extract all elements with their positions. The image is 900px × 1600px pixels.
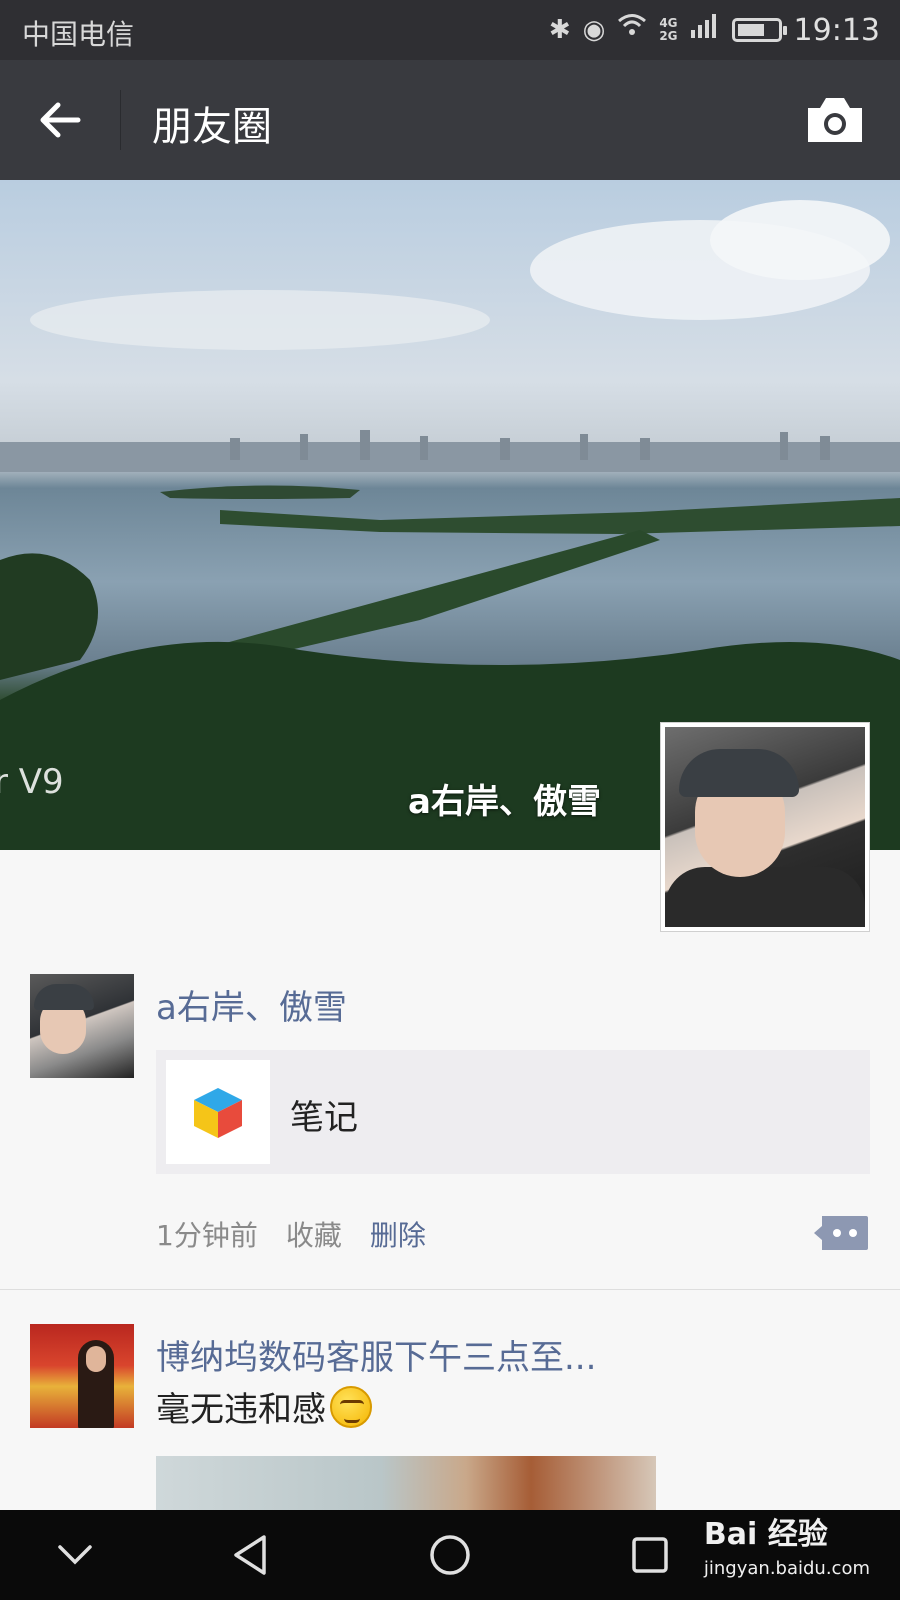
share-thumbnail [166,1060,270,1164]
clock: 19:13 [793,12,880,48]
camera-button[interactable] [804,92,866,148]
share-title: 笔记 [290,1098,358,1138]
avatar[interactable] [30,974,134,1078]
shared-link-card[interactable]: 笔记 [156,1050,870,1174]
moment-post: a右岸、傲雪 笔记 1分钟前 收藏 删除 [0,970,900,1290]
watermark-brand: Bai 经验 [703,1517,828,1552]
triangle-back-icon [234,1535,266,1575]
signal-icon [690,10,720,50]
bluetooth-icon: ✱ [548,15,571,45]
network-type-label: 4G 2G [659,16,678,43]
eye-comfort-icon: ◉ [582,15,606,45]
carrier-label: 中国电信 [22,18,135,51]
home-nav-button[interactable] [415,1510,485,1600]
baidu-jingyan-watermark: Bai 经验 jingyan.baidu.com [704,1518,870,1586]
nav-bar: 朋友圈 [0,60,900,180]
post-author-name[interactable]: a右岸、傲雪 [156,980,347,1029]
post-timestamp: 1分钟前 [156,1219,258,1252]
arrow-left-icon [40,102,81,138]
nav-divider [120,90,121,150]
cover-user-name: a右岸、傲雪 [408,782,601,822]
avatar-image [665,727,865,927]
back-nav-button[interactable] [215,1510,285,1600]
circle-home-icon [430,1535,470,1575]
status-bar: 中国电信 ✱ ◉ 4G 2G 19:13 [0,0,900,60]
profile-avatar[interactable] [660,722,870,932]
system-nav-bar: Bai 经验 jingyan.baidu.com [0,1510,900,1600]
moment-post: 博纳坞数码客服下午三点至... 毫无违和感 [0,1292,900,1510]
post-text-content: 毫无违和感 [156,1390,326,1430]
square-recents-icon [632,1537,668,1573]
post-author-name[interactable]: 博纳坞数码客服下午三点至... [156,1330,596,1379]
post-meta: 1分钟前 收藏 删除 [156,1214,426,1254]
back-button[interactable] [30,90,90,150]
wifi-icon [617,10,647,50]
recents-nav-button[interactable] [615,1510,685,1600]
status-icons: ✱ ◉ 4G 2G 19:13 [549,10,880,50]
cover-watermark: r V9 [0,762,64,802]
comment-dots-icon [814,1216,868,1250]
comment-button[interactable] [812,1214,870,1252]
favorite-link[interactable]: 收藏 [286,1214,342,1254]
watermark-url: jingyan.baidu.com [703,1558,870,1579]
chevron-down-icon [58,1545,92,1565]
camera-icon [808,98,862,142]
battery-icon [731,18,787,42]
smirk-emoji-icon [330,1385,372,1428]
hide-nav-button[interactable] [40,1510,110,1600]
post-image[interactable] [156,1456,656,1510]
post-text: 毫无违和感 [156,1382,372,1431]
delete-link[interactable]: 删除 [370,1214,426,1254]
cube-app-icon [194,1088,242,1138]
avatar[interactable] [30,1324,134,1428]
page-title: 朋友圈 [152,104,272,150]
